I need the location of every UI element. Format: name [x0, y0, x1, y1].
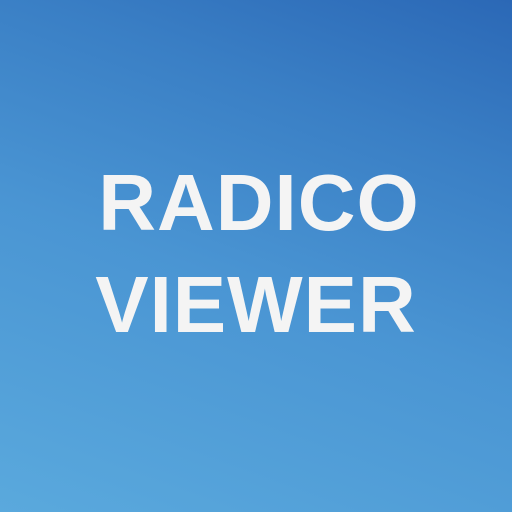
app-icon: RADICO VIEWER: [0, 0, 512, 512]
title-line-1: RADICO: [98, 158, 420, 247]
title-line-2: VIEWER: [95, 260, 417, 349]
